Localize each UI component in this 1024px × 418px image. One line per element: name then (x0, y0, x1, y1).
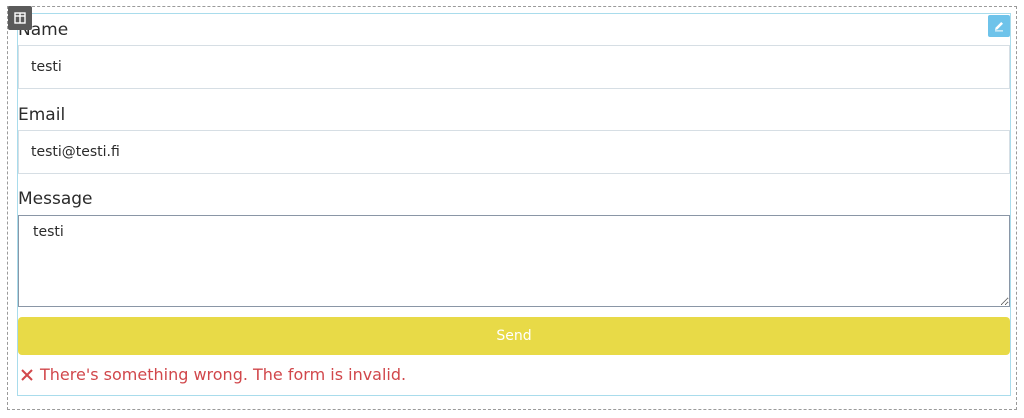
message-textarea[interactable]: testi (18, 215, 1010, 307)
form-editor-canvas: Name Email Message testi Send There's so… (0, 0, 1024, 418)
email-label: Email (18, 105, 66, 125)
form-error-message: There's something wrong. The form is inv… (20, 364, 406, 386)
send-button[interactable]: Send (18, 317, 1010, 355)
email-input[interactable] (18, 130, 1010, 174)
close-icon (20, 368, 34, 382)
message-label: Message (18, 189, 93, 209)
error-text: There's something wrong. The form is inv… (40, 365, 407, 384)
layout-columns-icon[interactable] (8, 6, 32, 30)
pencil-icon[interactable] (988, 15, 1010, 37)
name-input[interactable] (18, 45, 1010, 89)
